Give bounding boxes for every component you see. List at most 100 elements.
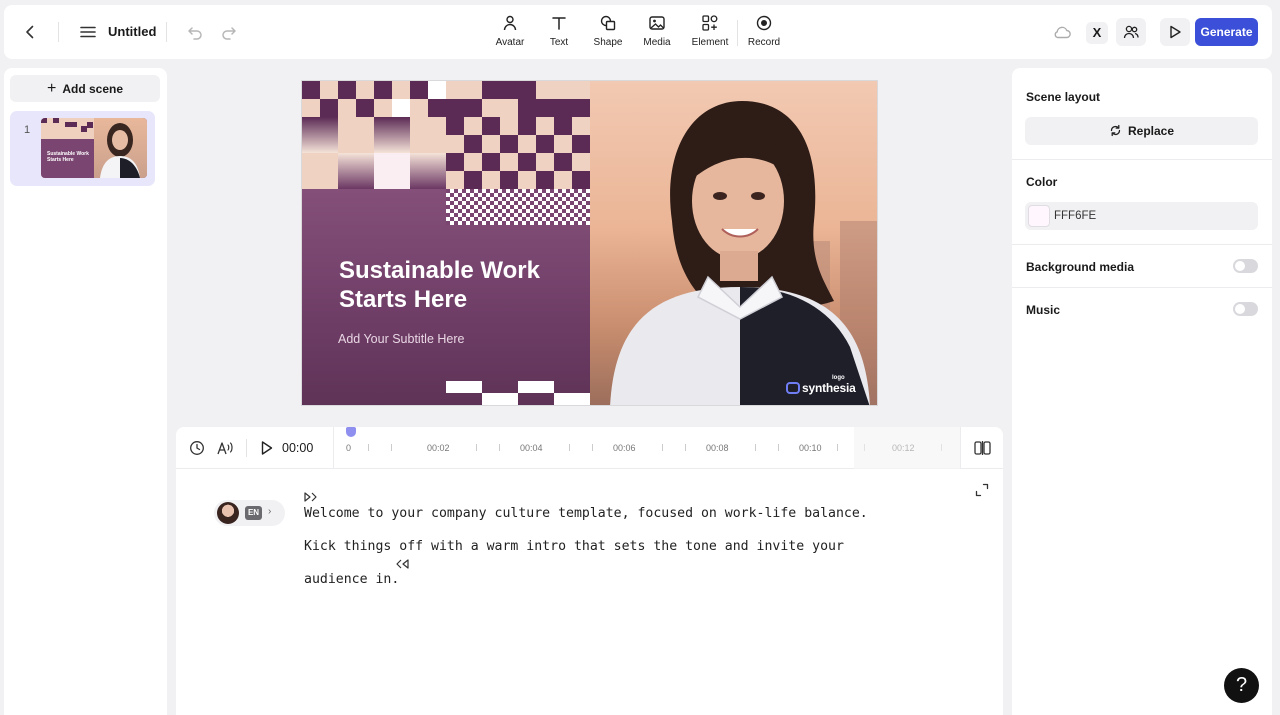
gesture-marker-icon[interactable] <box>303 490 317 504</box>
menu-icon[interactable] <box>78 22 98 42</box>
tool-label: Media <box>643 37 671 48</box>
tool-label: Avatar <box>495 37 525 48</box>
music-toggle[interactable] <box>1233 302 1258 316</box>
split-icon <box>974 441 991 455</box>
tool-record[interactable]: Record <box>736 14 792 54</box>
collaborators-button[interactable] <box>1116 18 1146 46</box>
tick <box>662 444 663 451</box>
avatar-figure <box>610 101 877 405</box>
color-hex-value[interactable]: FFF6FE <box>1054 210 1096 222</box>
title-line-2: Starts Here <box>339 286 468 313</box>
clock-icon[interactable] <box>189 440 205 456</box>
script-editor[interactable]: EN › Welcome to your company culture tem… <box>176 469 1003 715</box>
replace-label: Replace <box>1127 124 1175 138</box>
color-field[interactable]: FFF6FE <box>1025 202 1258 230</box>
tool-label: Text <box>549 37 569 48</box>
timeline-bar: 00:00 0 00:02 00:04 00:06 00:08 00:10 00… <box>176 427 1003 469</box>
preview-button[interactable] <box>1160 18 1190 46</box>
top-toolbar: Untitled Avatar Text Shape Media Element… <box>4 5 1272 59</box>
tool-element[interactable]: Element <box>682 14 738 54</box>
cloud-sync-icon <box>1054 26 1071 39</box>
plus-icon: + <box>46 80 57 97</box>
avatar-photo[interactable] <box>590 81 877 405</box>
brand-logo[interactable]: logo synthesia <box>786 373 872 397</box>
split-view-button[interactable] <box>960 427 1003 469</box>
thumb-avatar-figure <box>100 123 140 178</box>
panel-divider <box>1012 159 1272 160</box>
add-scene-button[interactable]: + Add scene <box>10 75 160 102</box>
thumb-avatar-photo <box>94 118 147 178</box>
replace-icon <box>1110 124 1121 137</box>
tick <box>864 444 865 451</box>
tick <box>368 444 369 451</box>
tool-label: Shape <box>593 37 623 48</box>
people-icon <box>1123 25 1139 39</box>
time-mark: 00:10 <box>799 443 822 453</box>
color-label: Color <box>1026 175 1058 189</box>
avatar-icon <box>503 15 517 31</box>
help-button[interactable]: ? <box>1224 668 1259 703</box>
language-badge: EN <box>245 506 262 520</box>
expand-icon[interactable] <box>975 483 989 497</box>
record-icon <box>756 15 772 31</box>
tool-label: Record <box>747 37 781 48</box>
canvas-title[interactable]: Sustainable Work Starts Here <box>339 256 579 314</box>
current-time: 00:00 <box>282 441 314 455</box>
toolbar-divider <box>166 22 167 42</box>
avatar-language-chip[interactable]: EN › <box>214 500 285 526</box>
script-line[interactable]: audience in. <box>304 572 399 587</box>
tick <box>569 444 570 451</box>
play-icon[interactable] <box>260 440 274 456</box>
tick <box>941 444 942 451</box>
tool-avatar[interactable]: Avatar <box>482 14 538 54</box>
logo-brand-text: synthesia <box>802 381 856 395</box>
undo-icon[interactable] <box>186 23 204 41</box>
text-icon <box>552 17 566 30</box>
shape-icon <box>600 15 616 31</box>
playhead[interactable] <box>346 427 356 437</box>
media-icon <box>649 16 665 30</box>
tool-shape[interactable]: Shape <box>580 14 636 54</box>
scene-card[interactable]: 1 Sustainable Work Starts Here <box>10 111 155 186</box>
tick <box>391 444 392 451</box>
generate-button[interactable]: Generate <box>1195 18 1258 46</box>
canvas-subtitle[interactable]: Add Your Subtitle Here <box>338 332 464 346</box>
chevron-right-icon: › <box>268 506 272 517</box>
logo-mark-icon <box>786 382 800 394</box>
script-line[interactable]: Welcome to your company culture template… <box>304 506 868 521</box>
title-line-1: Sustainable Work <box>339 257 540 284</box>
avatar-thumb <box>217 502 239 524</box>
time-mark: 00:02 <box>427 443 450 453</box>
timeline-ruler[interactable]: 0 00:02 00:04 00:06 00:08 00:10 00:12 <box>333 427 961 469</box>
scene-layout-label: Scene layout <box>1026 90 1101 104</box>
scene-number: 1 <box>24 124 31 136</box>
toolbar-divider <box>58 22 59 42</box>
background-media-label: Background media <box>1026 260 1135 274</box>
music-label: Music <box>1026 303 1061 317</box>
element-icon <box>702 15 718 31</box>
tool-media[interactable]: Media <box>629 14 685 54</box>
tick <box>778 444 779 451</box>
tick <box>592 444 593 451</box>
x-badge[interactable]: X <box>1086 22 1108 44</box>
scene-thumbnail: Sustainable Work Starts Here <box>41 118 147 178</box>
timeline-divider <box>246 439 247 457</box>
scenes-panel: + Add scene 1 Sustainable Work Starts Her… <box>4 68 167 715</box>
gesture-marker-icon[interactable] <box>396 557 410 571</box>
scene-canvas[interactable]: Sustainable Work Starts Here Add Your Sub… <box>301 80 878 406</box>
tool-label: Element <box>691 37 729 48</box>
background-media-toggle[interactable] <box>1233 259 1258 273</box>
color-swatch[interactable] <box>1028 205 1050 227</box>
replace-layout-button[interactable]: Replace <box>1025 117 1258 145</box>
panel-divider <box>1012 287 1272 288</box>
project-title[interactable]: Untitled <box>108 24 156 39</box>
voice-icon[interactable] <box>216 440 234 456</box>
back-icon[interactable] <box>20 22 40 42</box>
script-line[interactable]: Kick things off with a warm intro that s… <box>304 539 844 554</box>
tool-text[interactable]: Text <box>531 14 587 54</box>
add-scene-label: Add scene <box>62 82 124 96</box>
tick <box>837 444 838 451</box>
thumb-title: Sustainable Work Starts Here <box>47 151 89 163</box>
thumb-pattern <box>41 118 94 178</box>
redo-icon[interactable] <box>220 23 238 41</box>
